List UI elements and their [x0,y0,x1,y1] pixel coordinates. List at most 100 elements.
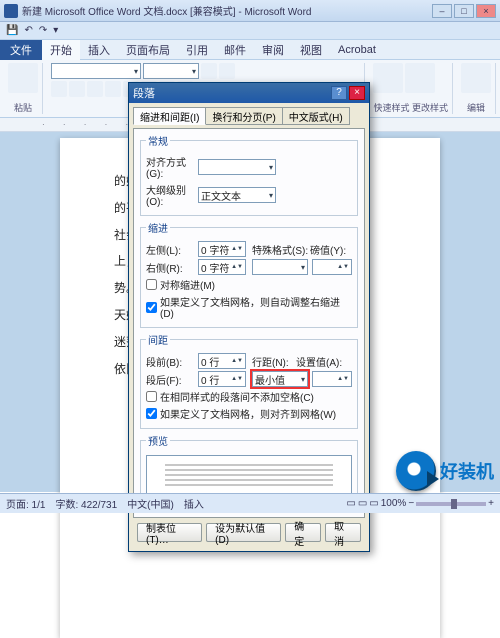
minimize-button[interactable]: – [432,4,452,18]
nosame-check[interactable]: 在相同样式的段落间不添加空格(C) [146,389,352,404]
dialog-tab-indent[interactable]: 缩进和间距(I) [133,107,206,125]
status-words[interactable]: 字数: 422/731 [55,496,117,511]
left-indent-label: 左侧(L): [146,242,198,257]
dialog-buttons: 制表位(T)… 设为默认值(D) 确定 取消 [133,518,365,547]
left-indent-spin[interactable]: 0 字符▲▼ [198,241,246,257]
autogrid-indent-check[interactable]: 如果定义了文档网格，则自动调整右缩进(D) [146,294,352,320]
zoom-out-button[interactable]: − [408,498,414,509]
window-title: 新建 Microsoft Office Word 文档.docx [兼容模式] … [22,3,430,18]
preview-legend: 预览 [146,433,170,448]
mirror-indent-check[interactable]: 对称缩进(M) [146,277,352,292]
font-size-select[interactable]: ▾ [143,63,199,79]
outline-label: 大纲级别(O): [146,182,198,208]
alignment-select[interactable]: ▾ [198,159,276,175]
snapgrid-check[interactable]: 如果定义了文档网格，则对齐到网格(W) [146,406,352,421]
tab-review[interactable]: 审阅 [254,40,292,60]
group-editing: 编辑 [457,63,496,114]
indent-legend: 缩进 [146,220,170,235]
general-legend: 常规 [146,133,170,148]
outline-select[interactable]: 正文文本▾ [198,187,276,203]
change-styles-button[interactable] [405,63,435,93]
brand-eye-icon [396,451,436,491]
group-clipboard-label: 粘贴 [8,101,38,114]
line-label: 行距(N): [252,354,296,369]
title-bar: 新建 Microsoft Office Word 文档.docx [兼容模式] … [0,0,500,22]
tab-mailings[interactable]: 邮件 [216,40,254,60]
group-styles-label: 快速样式 更改样式 [373,101,448,114]
view-web-icon[interactable]: ▭ [369,498,378,509]
special-label: 特殊格式(S): [252,242,310,257]
status-insert[interactable]: 插入 [184,496,204,511]
paste-button[interactable] [8,63,38,93]
tab-insert[interactable]: 插入 [80,40,118,60]
default-button[interactable]: 设为默认值(D) [206,523,281,542]
dialog-title: 段落 [133,85,329,101]
maximize-button[interactable]: □ [454,4,474,18]
tab-view[interactable]: 视图 [292,40,330,60]
tabs-button[interactable]: 制表位(T)… [137,523,202,542]
brand-watermark: 好装机 [396,451,494,491]
dialog-tabs: 缩进和间距(I) 换行和分页(P) 中文版式(H) [133,107,365,125]
qat-undo-icon[interactable]: ↶ [24,25,32,36]
at-spin[interactable]: ▲▼ [312,371,352,387]
quick-access-toolbar: 💾 ↶ ↷ ▾ [0,22,500,40]
before-label: 段前(B): [146,354,198,369]
spacing-legend: 间距 [146,332,170,347]
ok-button[interactable]: 确定 [285,523,321,542]
close-button[interactable]: × [476,4,496,18]
zoom-in-button[interactable]: + [488,498,494,509]
strike-icon[interactable] [105,81,121,97]
ribbon-tabs: 文件 开始 插入 页面布局 引用 邮件 审阅 视图 Acrobat [0,40,500,60]
special-select[interactable]: ▾ [252,259,308,275]
brand-text: 好装机 [440,458,494,484]
after-label: 段后(F): [146,372,198,387]
paragraph-dialog: 段落 ? × 缩进和间距(I) 换行和分页(P) 中文版式(H) 常规 对齐方式… [128,82,370,552]
tab-home[interactable]: 开始 [42,40,80,60]
qat-redo-icon[interactable]: ↷ [39,25,47,36]
status-lang[interactable]: 中文(中国) [127,496,174,511]
alignment-label: 对齐方式(G): [146,154,198,180]
italic-icon[interactable] [69,81,85,97]
qat-save-icon[interactable]: 💾 [6,25,18,36]
before-spin[interactable]: 0 行▲▼ [198,353,246,369]
file-tab[interactable]: 文件 [0,40,42,60]
group-editing-label: 编辑 [461,101,491,114]
tab-references[interactable]: 引用 [178,40,216,60]
quick-styles-button[interactable] [373,63,403,93]
view-read-icon[interactable]: ▭ [358,498,367,509]
tab-acrobat[interactable]: Acrobat [330,42,384,58]
dialog-close-button[interactable]: × [349,86,365,100]
tab-pagelayout[interactable]: 页面布局 [118,40,178,60]
status-bar: 页面: 1/1 字数: 422/731 中文(中国) 插入 ▭ ▭ ▭ 100%… [0,493,500,513]
general-fieldset: 常规 对齐方式(G): ▾ 大纲级别(O): 正文文本▾ [140,133,358,216]
right-indent-spin[interactable]: 0 字符▲▼ [198,259,246,275]
font-family-select[interactable]: ▾ [51,63,141,79]
zoom-value[interactable]: 100% [381,498,407,509]
dialog-titlebar[interactable]: 段落 ? × [129,83,369,103]
status-page[interactable]: 页面: 1/1 [6,496,45,511]
spacing-fieldset: 间距 段前(B): 0 行▲▼ 行距(N): 设置值(A): 段后(F): 0 … [140,332,358,429]
bold-icon[interactable] [51,81,67,97]
cancel-button[interactable]: 取消 [325,523,361,542]
underline-icon[interactable] [87,81,103,97]
shrink-font-icon[interactable] [219,63,235,79]
group-clipboard: 粘贴 [4,63,43,114]
at-label: 设置值(A): [296,354,344,369]
word-icon [4,4,18,18]
view-print-icon[interactable]: ▭ [346,498,355,509]
zoom-controls[interactable]: ▭ ▭ ▭ 100% − + [346,498,494,509]
after-spin[interactable]: 0 行▲▼ [198,371,246,387]
zoom-slider[interactable] [416,502,486,506]
indent-fieldset: 缩进 左侧(L): 0 字符▲▼ 特殊格式(S): 磅值(Y): 右侧(R): … [140,220,358,328]
group-styles: 快速样式 更改样式 [369,63,453,114]
by-spin[interactable]: ▲▼ [312,259,352,275]
qat-customize-icon[interactable]: ▾ [53,25,58,36]
right-indent-label: 右侧(R): [146,260,198,275]
line-spacing-select[interactable]: 最小值▾ [252,371,308,387]
dialog-tab-linebreak[interactable]: 换行和分页(P) [205,107,282,125]
editing-button[interactable] [461,63,491,93]
grow-font-icon[interactable] [201,63,217,79]
by-label: 磅值(Y): [310,242,348,257]
dialog-help-button[interactable]: ? [331,86,347,100]
dialog-tab-asian[interactable]: 中文版式(H) [282,107,350,125]
